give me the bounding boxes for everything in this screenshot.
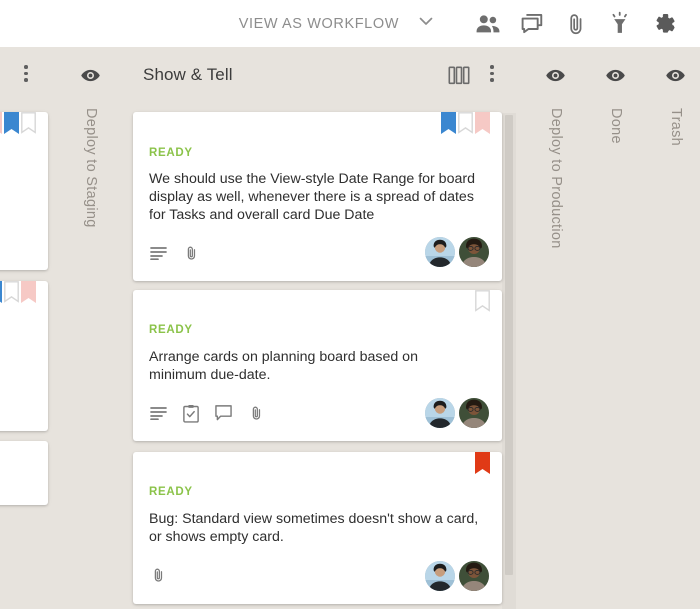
card-icon-row: [150, 243, 200, 263]
ribbon-white[interactable]: [458, 112, 473, 134]
status-badge: READY: [149, 324, 193, 336]
card-avatars: [425, 561, 489, 591]
ribbon-pink[interactable]: [0, 112, 2, 134]
card-ribbons: [475, 452, 490, 474]
list-item[interactable]: [0, 112, 48, 270]
ribbon-blue[interactable]: [441, 112, 456, 134]
avatar[interactable]: [425, 398, 455, 428]
column-title-show-and-tell: Show & Tell: [143, 47, 233, 103]
status-badge: READY: [149, 147, 193, 159]
ribbon-red[interactable]: [475, 452, 490, 474]
attachment-icon[interactable]: [150, 565, 167, 585]
column-visibility-icon-deploy-to-staging[interactable]: [80, 65, 101, 86]
view-as-workflow-control[interactable]: VIEW AS WORKFLOW: [239, 11, 436, 36]
ribbon-blue[interactable]: [4, 112, 19, 134]
avatar[interactable]: [425, 561, 455, 591]
card-icon-row: [150, 403, 265, 423]
description-icon[interactable]: [150, 406, 167, 420]
checklist-icon[interactable]: [183, 404, 199, 423]
columns-icon[interactable]: [448, 66, 470, 90]
attachment-icon[interactable]: [554, 4, 598, 44]
top-toolbar: VIEW AS WORKFLOW: [0, 0, 700, 47]
sidebar-item-trash[interactable]: Trash: [668, 108, 684, 146]
avatar[interactable]: [459, 561, 489, 591]
comment-icon[interactable]: [215, 405, 232, 421]
spotlight-icon[interactable]: [598, 4, 642, 44]
ribbon-white[interactable]: [4, 281, 19, 303]
board-surface[interactable]: Deploy to Staging Deploy to Production D…: [0, 103, 700, 609]
previous-column-menu-icon[interactable]: [24, 65, 28, 82]
sidebar-item-deploy-to-staging[interactable]: Deploy to Staging: [83, 108, 99, 228]
column-scrollbar-thumb[interactable]: [505, 115, 513, 575]
list-item[interactable]: [0, 441, 48, 505]
card-ribbons: [475, 290, 490, 312]
ribbon-blue[interactable]: [0, 281, 2, 303]
comments-icon[interactable]: [510, 4, 554, 44]
ribbon-pink[interactable]: [21, 281, 36, 303]
attachment-icon[interactable]: [248, 403, 265, 423]
members-icon[interactable]: [466, 4, 510, 44]
card-ribbons: [0, 112, 36, 134]
page-title: Show & Tell: [143, 65, 233, 84]
chevron-down-icon[interactable]: [416, 11, 436, 36]
sidebar-item-deploy-to-production[interactable]: Deploy to Production: [548, 108, 564, 249]
card-ribbons: [441, 112, 490, 134]
card-title: Arrange cards on planning board based on…: [149, 349, 418, 383]
column-header-bar: Show & Tell: [0, 47, 700, 148]
status-badge: READY: [149, 486, 193, 498]
list-item[interactable]: READY We should use the View-style Date …: [133, 112, 502, 281]
card-avatars: [425, 398, 489, 428]
avatar[interactable]: [459, 398, 489, 428]
ribbon-white[interactable]: [475, 290, 490, 312]
avatar[interactable]: [425, 237, 455, 267]
card-title: Bug: Standard view sometimes doesn't sho…: [149, 511, 479, 545]
sidebar-item-done[interactable]: Done: [608, 108, 624, 144]
avatar[interactable]: [459, 237, 489, 267]
list-item[interactable]: [0, 281, 48, 431]
card-title: We should use the View-style Date Range …: [149, 171, 475, 223]
description-icon[interactable]: [150, 246, 167, 260]
attachment-icon[interactable]: [183, 243, 200, 263]
column-visibility-icon-done[interactable]: [605, 65, 626, 86]
view-as-label: VIEW AS WORKFLOW: [238, 15, 399, 32]
ribbon-pink[interactable]: [475, 112, 490, 134]
column-visibility-icon-trash[interactable]: [665, 65, 686, 86]
card-avatars: [425, 237, 489, 267]
column-visibility-icon-deploy-to-production[interactable]: [545, 65, 566, 86]
list-item[interactable]: READY Bug: Standard view sometimes doesn…: [133, 452, 502, 604]
column-menu-icon-show-and-tell[interactable]: [490, 65, 494, 82]
list-item[interactable]: READY Arrange cards on planning board ba…: [133, 290, 502, 441]
card-icon-row: [150, 565, 167, 585]
ribbon-white[interactable]: [21, 112, 36, 134]
settings-gear-icon[interactable]: [642, 4, 686, 44]
board-app: VIEW AS WORKFLOW Show & Tell Deploy to S…: [0, 0, 700, 609]
card-ribbons: [0, 281, 36, 303]
